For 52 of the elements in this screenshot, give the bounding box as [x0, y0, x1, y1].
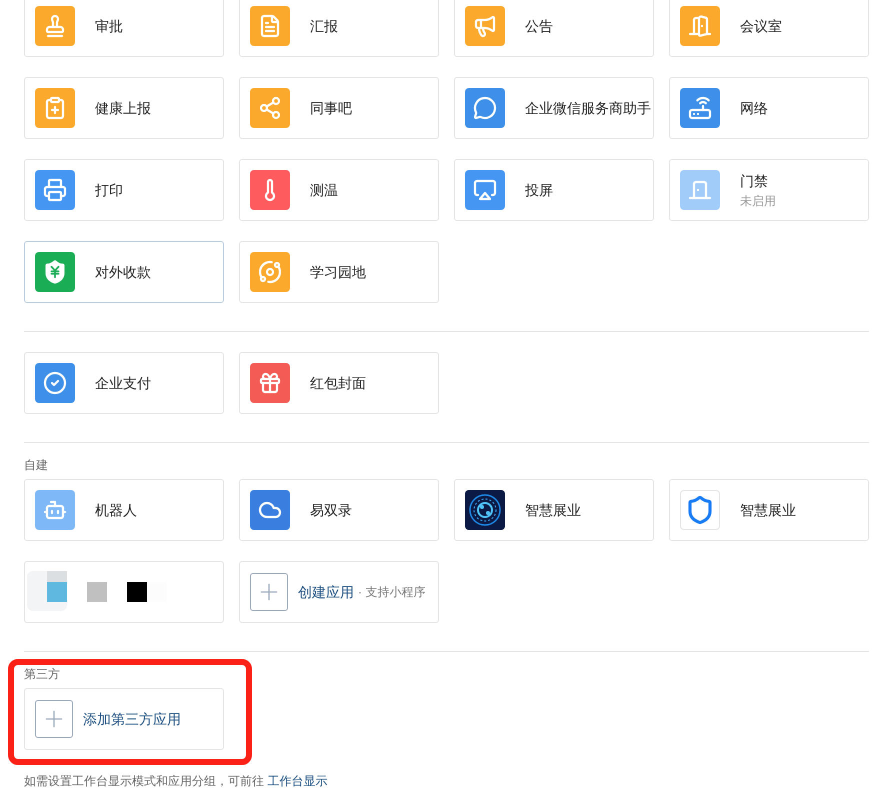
- app-name: 红包封面: [310, 374, 366, 392]
- app-name: 汇报: [310, 16, 338, 36]
- app-name: 审批: [95, 16, 123, 36]
- app-card[interactable]: 对外收款: [24, 241, 224, 303]
- app-card[interactable]: 智慧展业: [454, 479, 654, 541]
- app-name: 网络: [740, 98, 768, 118]
- app-name: 智慧展业: [740, 500, 796, 520]
- app-note: · 支持小程序: [358, 584, 426, 601]
- app-name: 企业支付: [95, 374, 151, 392]
- app-name: 同事吧: [310, 98, 352, 118]
- app-card[interactable]: 机器人: [24, 479, 224, 541]
- footer-note: 如需设置工作台显示模式和应用分组，可前往 工作台显示: [24, 773, 328, 790]
- app-card[interactable]: 红包封面: [239, 352, 439, 414]
- app-status: 未启用: [740, 192, 776, 210]
- app-name: 学习园地: [310, 262, 366, 282]
- app-card[interactable]: 企业支付: [24, 352, 224, 414]
- app-card[interactable]: 公告: [454, 0, 654, 57]
- app-card[interactable]: 汇报: [239, 0, 439, 57]
- app-card[interactable]: 会议室: [669, 0, 869, 57]
- app-name: 健康上报: [95, 98, 151, 118]
- app-card[interactable]: 投屏: [454, 159, 654, 221]
- workbench-display-link[interactable]: 工作台显示: [267, 774, 328, 788]
- app-card[interactable]: 企业微信服务商助手: [454, 77, 654, 139]
- app-name: 机器人: [95, 500, 137, 520]
- app-name: 门禁: [740, 172, 769, 190]
- app-card[interactable]: 智慧展业: [669, 479, 869, 541]
- app-card[interactable]: [24, 561, 224, 623]
- app-name: 易双录: [310, 500, 352, 520]
- app-card[interactable]: 网络: [669, 77, 869, 139]
- add-app-card[interactable]: 创建应用 · 支持小程序: [239, 561, 439, 623]
- app-name: 测温: [310, 180, 338, 200]
- app-card[interactable]: 打印: [24, 159, 224, 221]
- app-name: 打印: [95, 180, 123, 200]
- app-card[interactable]: 易双录: [239, 479, 439, 541]
- plus-icon: [35, 700, 73, 738]
- plus-icon: [250, 573, 288, 611]
- app-name: 会议室: [740, 16, 782, 36]
- app-name: 企业微信服务商助手: [525, 98, 651, 118]
- add-app-card[interactable]: 添加第三方应用: [24, 688, 224, 750]
- app-name: 智慧展业: [525, 500, 581, 520]
- app-name: 投屏: [525, 180, 553, 200]
- app-card[interactable]: 学习园地: [239, 241, 439, 303]
- app-card[interactable]: 同事吧: [239, 77, 439, 139]
- add-app-link[interactable]: 创建应用: [298, 582, 354, 602]
- app-name: 对外收款: [95, 262, 151, 282]
- section-title: 自建: [24, 457, 49, 473]
- section-title: 第三方: [24, 666, 61, 682]
- app-card[interactable]: 测温: [239, 159, 439, 221]
- app-card[interactable]: 健康上报: [24, 77, 224, 139]
- add-app-link[interactable]: 添加第三方应用: [83, 708, 181, 730]
- app-card[interactable]: 审批: [24, 0, 224, 57]
- app-name: 公告: [525, 16, 553, 36]
